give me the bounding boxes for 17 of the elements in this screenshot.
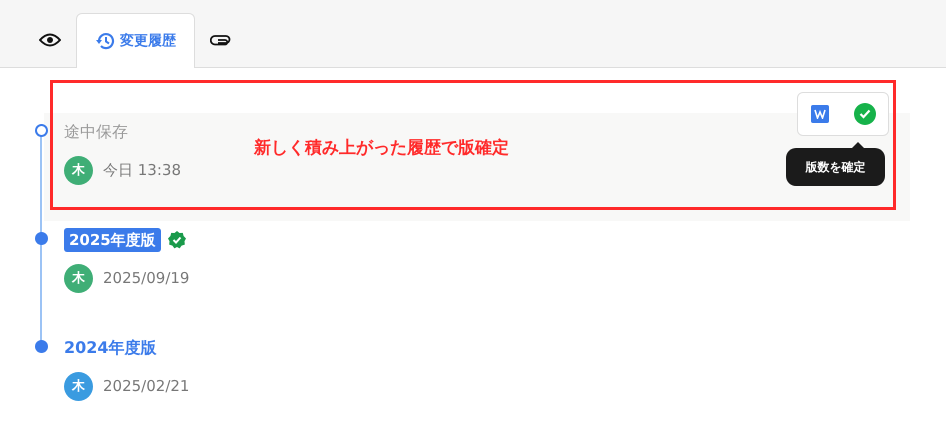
- avatar: 木: [64, 372, 93, 401]
- tooltip: 版数を確定: [786, 148, 885, 186]
- annotation-text: 新しく積み上がった履歴で版確定: [254, 137, 509, 160]
- word-icon[interactable]: [810, 105, 828, 123]
- history-tab[interactable]: 変更履歴: [76, 13, 195, 68]
- paperclip-icon: [210, 34, 232, 46]
- entry-date: 今日 13:38: [103, 160, 181, 182]
- entry-date: 2025/09/19: [103, 268, 190, 290]
- version-title: 2024年度版: [64, 337, 157, 359]
- tooltip-pointer: [852, 142, 864, 148]
- avatar: 木: [64, 264, 93, 293]
- version-badge: 2025年度版: [64, 228, 161, 252]
- entry-date: 2025/02/21: [103, 376, 190, 398]
- history-icon: [95, 31, 115, 51]
- confirm-check-icon[interactable]: [854, 103, 876, 125]
- eye-icon: [39, 32, 61, 46]
- entry-title: 途中保存: [64, 121, 128, 143]
